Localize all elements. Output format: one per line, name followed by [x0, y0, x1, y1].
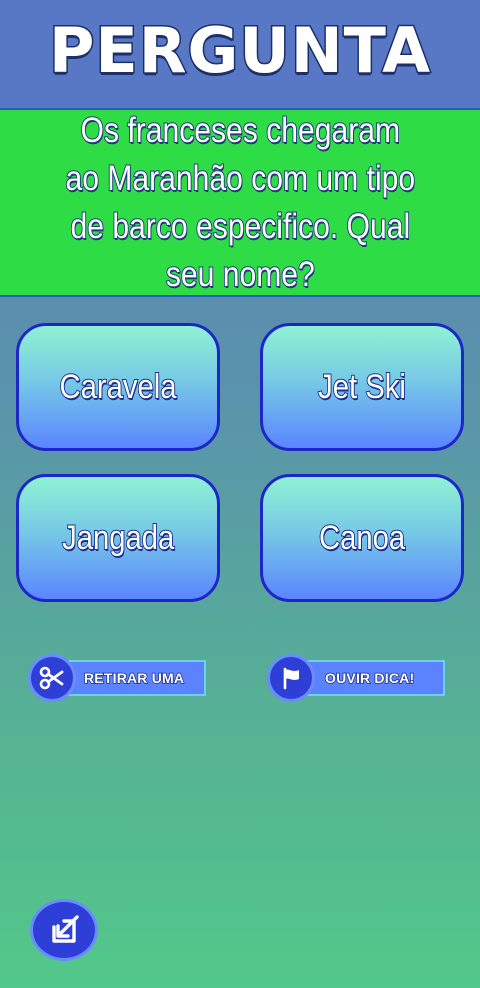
question-line: Os franceses chegaram: [79, 110, 400, 151]
question-panel: Os franceses chegaram ao Maranhão com um…: [0, 108, 480, 297]
answer-label: Caravela: [59, 367, 178, 407]
exit-button[interactable]: [30, 899, 98, 961]
remove-one-label: RETIRAR UMA: [83, 669, 185, 687]
question-text: Os franceses chegaram ao Maranhão com um…: [64, 107, 415, 299]
header-bar: PERGUNTA: [0, 0, 480, 108]
answer-label: Canoa: [318, 518, 406, 558]
flag-icon: [267, 654, 315, 702]
remove-one-bar: RETIRAR UMA: [58, 660, 206, 696]
hear-hint-button[interactable]: OUVIR DICA!: [267, 654, 445, 702]
question-line: ao Maranhão com um tipo: [64, 158, 415, 199]
answer-button-2[interactable]: Jet Ski: [260, 323, 464, 451]
remove-one-button[interactable]: RETIRAR UMA: [28, 654, 206, 702]
hear-hint-bar: OUVIR DICA!: [297, 660, 445, 696]
exit-icon: [52, 915, 79, 943]
scissors-icon: [28, 654, 76, 702]
answer-button-3[interactable]: Jangada: [16, 474, 220, 602]
answer-button-1[interactable]: Caravela: [16, 323, 220, 451]
answer-label: Jangada: [61, 518, 175, 558]
question-line: de barco especifico. Qual: [69, 206, 410, 247]
answer-label: Jet Ski: [317, 367, 406, 407]
answer-button-4[interactable]: Canoa: [260, 474, 464, 602]
question-line: seu nome?: [165, 254, 316, 295]
hear-hint-label: OUVIR DICA!: [324, 669, 415, 687]
page-title: PERGUNTA: [47, 12, 432, 88]
